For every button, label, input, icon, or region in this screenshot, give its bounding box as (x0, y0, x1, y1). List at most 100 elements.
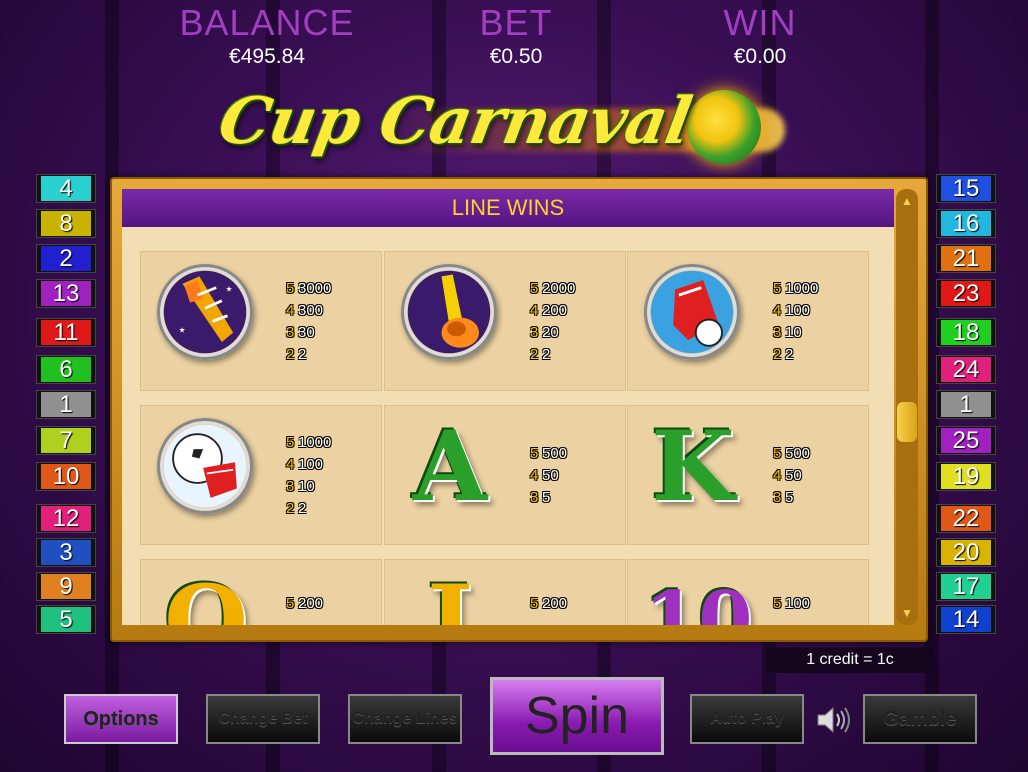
options-button[interactable]: Options (64, 694, 178, 744)
pay-count: 3 (530, 323, 539, 341)
pay-count: 2 (286, 345, 295, 363)
left-payline-indicator: 11 (36, 318, 96, 347)
pay-row: 22 (286, 343, 331, 365)
pay-count: 4 (286, 455, 295, 473)
pay-row: 22 (530, 343, 575, 365)
scrollbar-thumb[interactable] (897, 402, 917, 442)
paytable-cell-a: A 5 500 4 50 3 5 (384, 405, 626, 545)
pay-row: 22 (286, 497, 331, 519)
payline-number: 22 (941, 505, 991, 532)
pay-amount: 500 (542, 444, 568, 462)
payline-number: 14 (941, 606, 991, 633)
paytable-cell-boot: 5 1000 4 100 3 10 2 2 (627, 251, 869, 391)
pay-row: 5 500 (773, 442, 810, 464)
boot-icon (644, 264, 742, 362)
pay-row: 5 500 (530, 442, 567, 464)
pay-amount: 2 (298, 499, 307, 517)
letter-q-icon: Q (164, 564, 248, 626)
pay-row: 3 30 (286, 321, 331, 343)
pay-count: 4 (530, 301, 539, 319)
pay-row: 5 2000 (530, 277, 575, 299)
pay-amount: 2 (298, 345, 307, 363)
pay-amount: 300 (298, 301, 324, 319)
rocket-icon: ★ ★ (157, 264, 255, 362)
vuvuzela-icon (401, 264, 499, 362)
pay-amount: 5 (542, 488, 551, 506)
pay-values: 5 200 (530, 592, 567, 614)
payline-number: 6 (41, 356, 91, 383)
left-payline-indicator: 3 (36, 538, 96, 567)
paytable-cell-k: K 5 500 4 50 3 5 (627, 405, 869, 545)
payline-number: 23 (941, 280, 991, 307)
game-logo: Cup Carnaval (213, 80, 785, 180)
scroll-down-icon[interactable]: ▼ (901, 607, 913, 619)
payline-number: 5 (41, 606, 91, 633)
letter-k-icon: K (651, 410, 735, 523)
paytable-content[interactable]: LINE WINS ★ ★ 5 3000 4 300 3 30 2 2 5 2000 4 200 3 20 2 2… (122, 189, 894, 625)
change-lines-button[interactable]: Change Lines (348, 694, 462, 744)
auto-play-button[interactable]: Auto Play (690, 694, 804, 744)
right-payline-indicator: 17 (936, 572, 996, 601)
svg-text:★: ★ (226, 284, 233, 293)
pay-amount: 100 (785, 301, 811, 319)
payline-number: 2 (41, 245, 91, 272)
pay-count: 5 (773, 279, 782, 297)
right-payline-indicator: 21 (936, 244, 996, 273)
left-payline-indicator: 12 (36, 504, 96, 533)
pay-amount: 200 (542, 301, 568, 319)
pay-count: 3 (773, 323, 782, 341)
pay-row: 5 100 (773, 592, 810, 614)
pay-row: 5 1000 (286, 431, 331, 453)
paytable-title: LINE WINS (122, 189, 894, 227)
payline-number: 3 (41, 539, 91, 566)
pay-count: 5 (286, 433, 295, 451)
pay-count: 2 (773, 345, 782, 363)
pay-amount: 10 (298, 477, 315, 495)
payline-number: 12 (41, 505, 91, 532)
spin-button[interactable]: Spin (490, 677, 664, 755)
pay-values: 5 1000 4 100 3 10 2 2 (773, 277, 818, 365)
paytable-scrollbar[interactable]: ▲ ▼ (896, 189, 918, 625)
credit-info: 1 credit = 1c (766, 647, 934, 673)
left-payline-indicator: 2 (36, 244, 96, 273)
pay-row: 3 20 (530, 321, 575, 343)
change-bet-button[interactable]: Change Bet (206, 694, 320, 744)
pay-row: 22 (773, 343, 818, 365)
payline-number: 1 (41, 391, 91, 418)
pay-amount: 2 (785, 345, 794, 363)
pay-row: 5 1000 (773, 277, 818, 299)
speaker-icon[interactable] (814, 702, 854, 738)
pay-row: 35 (530, 486, 567, 508)
gamble-button[interactable]: Gamble (863, 694, 977, 744)
left-payline-indicator: 4 (36, 174, 96, 203)
pay-amount: 50 (542, 466, 559, 484)
pay-amount: 200 (542, 594, 568, 612)
payline-number: 15 (941, 175, 991, 202)
payline-number: 11 (41, 319, 91, 346)
left-payline-indicator: 5 (36, 605, 96, 634)
pay-values: 5 500 4 50 3 5 (773, 442, 810, 508)
letter-10-icon: 10 (644, 575, 753, 625)
pay-amount: 2 (542, 345, 551, 363)
pay-count: 4 (286, 301, 295, 319)
pay-row: 4 100 (773, 299, 818, 321)
pay-values: 5 100 (773, 592, 810, 614)
pay-amount: 500 (785, 444, 811, 462)
left-payline-indicator: 13 (36, 279, 96, 308)
scroll-up-icon[interactable]: ▲ (901, 195, 913, 207)
right-payline-indicator: 16 (936, 209, 996, 238)
pay-row: 5 3000 (286, 277, 331, 299)
left-payline-indicator: 1 (36, 390, 96, 419)
pay-row: 4 50 (773, 464, 810, 486)
payline-number: 24 (941, 356, 991, 383)
pay-values: 5 3000 4 300 3 30 2 2 (286, 277, 331, 365)
pay-count: 5 (773, 444, 782, 462)
right-payline-indicator: 1 (936, 390, 996, 419)
pay-row: 4 100 (286, 453, 331, 475)
pay-count: 5 (530, 444, 539, 462)
pay-amount: 200 (298, 594, 324, 612)
left-payline-indicator: 10 (36, 462, 96, 491)
paytable-cell-vuvuzela: 5 2000 4 200 3 20 2 2 (384, 251, 626, 391)
pay-count: 2 (286, 499, 295, 517)
pay-count: 4 (773, 301, 782, 319)
